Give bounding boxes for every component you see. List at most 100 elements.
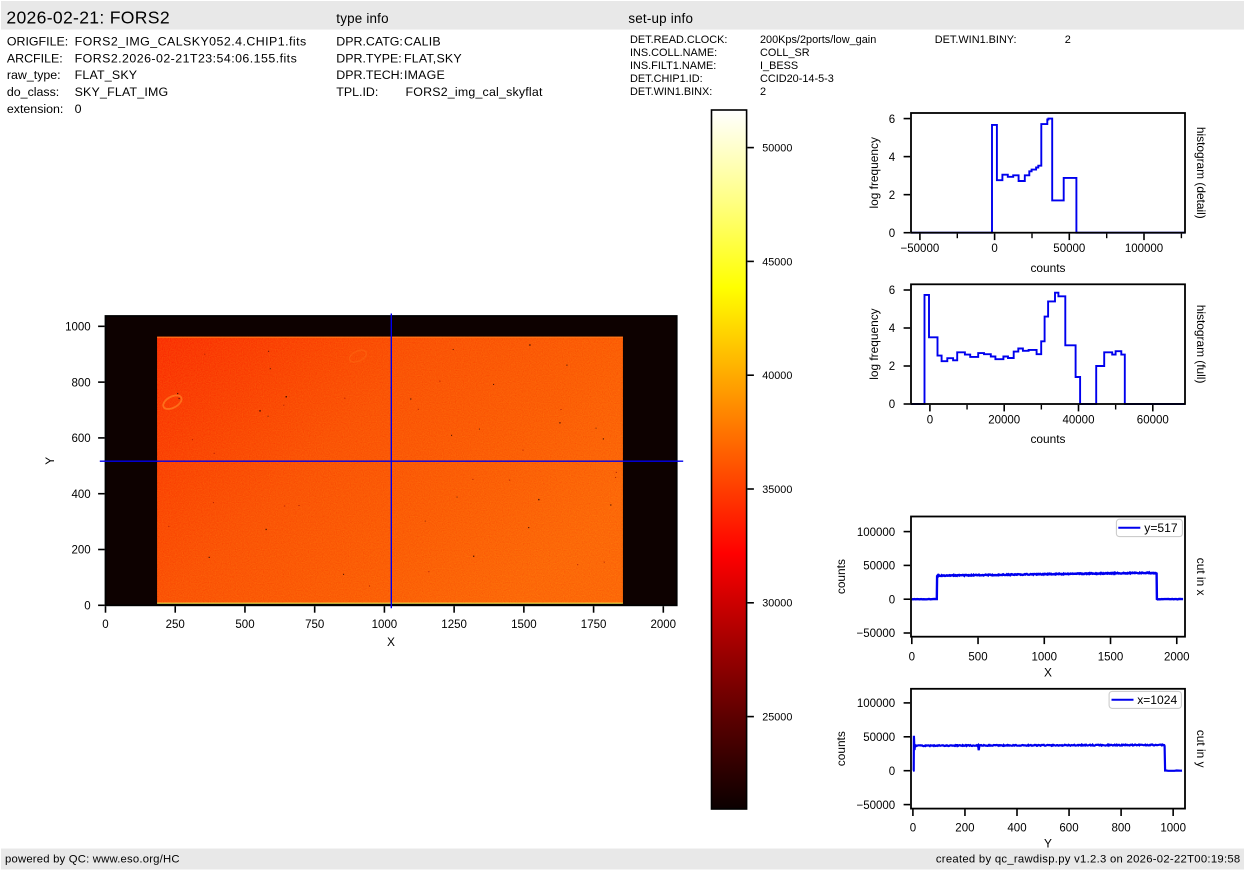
svg-text:FORS2.2026-02-21T23:54:06.155.: FORS2.2026-02-21T23:54:06.155.fits: [75, 51, 298, 65]
svg-text:counts: counts: [1030, 432, 1065, 446]
svg-text:SKY_FLAT_IMG: SKY_FLAT_IMG: [75, 85, 169, 99]
svg-text:1000: 1000: [65, 322, 91, 334]
svg-text:DET.WIN1.BINY:: DET.WIN1.BINY:: [935, 34, 1017, 46]
svg-text:powered by QC: www.eso.org/HC: powered by QC: www.eso.org/HC: [5, 854, 180, 866]
svg-text:100000: 100000: [1125, 243, 1163, 255]
svg-text:50000: 50000: [863, 732, 895, 744]
svg-text:counts: counts: [834, 731, 848, 766]
svg-text:4: 4: [889, 323, 896, 335]
svg-text:TPL.ID:: TPL.ID:: [336, 85, 378, 99]
svg-text:2: 2: [760, 86, 766, 98]
svg-text:40000: 40000: [762, 370, 792, 382]
svg-text:Y: Y: [1044, 836, 1052, 850]
svg-text:ARCFILE:: ARCFILE:: [7, 51, 63, 65]
svg-text:histogram (detail): histogram (detail): [1194, 127, 1208, 219]
svg-text:500: 500: [235, 619, 254, 631]
svg-text:2: 2: [889, 361, 895, 373]
svg-text:200: 200: [72, 545, 91, 557]
svg-text:X: X: [1044, 666, 1052, 680]
svg-text:50000: 50000: [762, 143, 792, 155]
svg-text:DET.CHIP1.ID:: DET.CHIP1.ID:: [630, 73, 703, 85]
svg-text:6: 6: [889, 114, 895, 126]
svg-text:1000: 1000: [1160, 823, 1186, 835]
svg-text:COLL_SR: COLL_SR: [760, 47, 810, 59]
svg-text:2026-02-21: FORS2: 2026-02-21: FORS2: [6, 8, 170, 28]
svg-text:20000: 20000: [988, 414, 1020, 426]
svg-text:400: 400: [1007, 823, 1026, 835]
svg-text:600: 600: [1059, 823, 1078, 835]
svg-text:1750: 1750: [581, 619, 607, 631]
svg-text:do_class:: do_class:: [7, 85, 59, 99]
svg-text:60000: 60000: [1137, 414, 1169, 426]
svg-text:DET.WIN1.BINX:: DET.WIN1.BINX:: [630, 86, 712, 98]
svg-text:FLAT_SKY: FLAT_SKY: [75, 68, 138, 82]
svg-text:type info: type info: [336, 11, 388, 26]
svg-text:6: 6: [889, 285, 895, 297]
svg-text:50000: 50000: [1053, 243, 1085, 255]
svg-text:−50000: −50000: [901, 243, 940, 255]
svg-text:0: 0: [889, 766, 895, 778]
svg-text:200: 200: [955, 823, 974, 835]
svg-text:1000: 1000: [372, 619, 398, 631]
svg-text:extension:: extension:: [7, 102, 63, 116]
svg-text:X: X: [387, 635, 395, 649]
svg-text:500: 500: [968, 651, 987, 663]
svg-text:y=517: y=517: [1144, 521, 1178, 535]
svg-text:250: 250: [166, 619, 185, 631]
svg-text:45000: 45000: [762, 256, 792, 268]
svg-text:0: 0: [909, 651, 915, 663]
svg-text:CALIB: CALIB: [404, 34, 441, 48]
svg-text:1500: 1500: [511, 619, 537, 631]
svg-text:750: 750: [305, 619, 324, 631]
svg-text:log frequency: log frequency: [867, 137, 881, 208]
svg-text:raw_type:: raw_type:: [7, 68, 61, 82]
svg-text:0: 0: [102, 619, 108, 631]
svg-text:1250: 1250: [441, 619, 467, 631]
svg-text:counts: counts: [1030, 261, 1065, 275]
svg-text:FLAT,SKY: FLAT,SKY: [404, 51, 462, 65]
svg-text:0: 0: [889, 594, 895, 606]
svg-text:FORS2_img_cal_skyflat: FORS2_img_cal_skyflat: [406, 85, 543, 99]
svg-text:0: 0: [84, 601, 90, 613]
svg-text:50000: 50000: [863, 561, 895, 573]
svg-text:0: 0: [889, 399, 895, 411]
svg-text:cut in x: cut in x: [1194, 558, 1208, 596]
svg-text:created by qc_rawdisp.py v1.2.: created by qc_rawdisp.py v1.2.3 on 2026-…: [936, 854, 1241, 866]
svg-text:set-up info: set-up info: [628, 11, 693, 26]
svg-text:I_BESS: I_BESS: [760, 60, 798, 72]
svg-text:FORS2_IMG_CALSKY052.4.CHIP1.fi: FORS2_IMG_CALSKY052.4.CHIP1.fits: [75, 34, 307, 48]
svg-text:1000: 1000: [1032, 651, 1058, 663]
svg-text:30000: 30000: [762, 598, 792, 610]
svg-text:−50000: −50000: [856, 800, 895, 812]
svg-text:2000: 2000: [1164, 651, 1190, 663]
svg-text:2: 2: [889, 190, 895, 202]
svg-text:1500: 1500: [1098, 651, 1124, 663]
svg-text:2: 2: [1065, 34, 1071, 46]
svg-text:800: 800: [1112, 823, 1131, 835]
svg-text:800: 800: [72, 377, 91, 389]
svg-text:40000: 40000: [1063, 414, 1095, 426]
svg-text:0: 0: [991, 243, 997, 255]
svg-text:−50000: −50000: [856, 628, 895, 640]
svg-text:x=1024: x=1024: [1137, 693, 1177, 707]
svg-text:0: 0: [889, 228, 895, 240]
svg-text:log frequency: log frequency: [867, 308, 881, 379]
svg-text:0: 0: [927, 414, 933, 426]
svg-text:0: 0: [910, 823, 916, 835]
svg-text:Y: Y: [43, 457, 57, 465]
svg-text:counts: counts: [834, 559, 848, 594]
svg-text:INS.FILT1.NAME:: INS.FILT1.NAME:: [630, 60, 716, 72]
svg-text:DET.READ.CLOCK:: DET.READ.CLOCK:: [630, 34, 727, 46]
svg-text:DPR.CATG:: DPR.CATG:: [336, 34, 403, 48]
svg-text:100000: 100000: [857, 527, 895, 539]
svg-text:ORIGFILE:: ORIGFILE:: [7, 34, 68, 48]
svg-text:100000: 100000: [857, 698, 895, 710]
svg-text:200Kps/2ports/low_gain: 200Kps/2ports/low_gain: [760, 34, 876, 46]
svg-text:CCID20-14-5-3: CCID20-14-5-3: [760, 73, 834, 85]
svg-text:600: 600: [72, 433, 91, 445]
svg-text:histogram (full): histogram (full): [1194, 305, 1208, 384]
svg-text:2000: 2000: [651, 619, 677, 631]
svg-text:0: 0: [75, 102, 82, 116]
svg-text:35000: 35000: [762, 484, 792, 496]
svg-text:DPR.TECH:: DPR.TECH:: [336, 68, 403, 82]
